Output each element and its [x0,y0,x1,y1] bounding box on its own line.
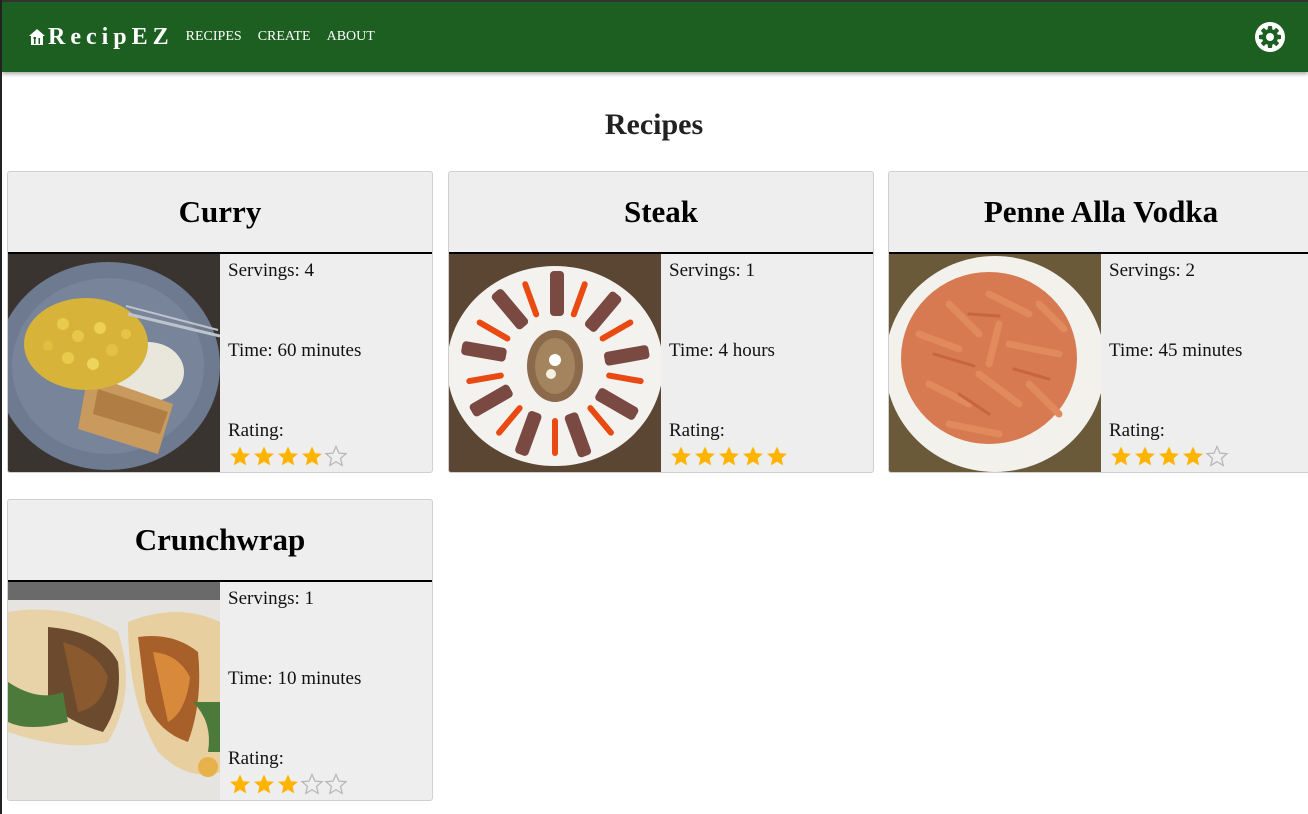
recipe-time: Time: 10 minutes [228,668,362,689]
rating-stars [228,445,348,467]
star-filled-icon [302,446,322,466]
recipe-info: Servings: 2 Time: 45 minutes Rating: [1101,254,1308,472]
recipe-info: Servings: 1 Time: 10 minutes Rating: [220,582,432,800]
star-filled-icon [230,446,250,466]
rating-label: Rating: [669,420,725,441]
star-filled-icon [1111,446,1131,466]
star-filled-icon [254,446,274,466]
star-filled-icon [695,446,715,466]
penne-photo [889,254,1101,472]
recipe-time: Time: 4 hours [669,340,775,361]
recipe-card[interactable]: Penne Alla Vodka Servings: 2 Time: 45 mi… [888,171,1308,473]
settings-gear-icon[interactable] [1254,21,1286,53]
recipe-time: Time: 45 minutes [1109,340,1243,361]
rating-label: Rating: [1109,420,1165,441]
star-filled-icon [1135,446,1155,466]
curry-photo [8,254,220,472]
star-filled-icon [278,774,298,794]
rating-stars [228,773,348,795]
main-nav: RECIPES CREATE ABOUT [186,29,391,45]
star-filled-icon [671,446,691,466]
recipe-info: Servings: 1 Time: 4 hours Rating: [661,254,873,472]
nav-recipes-link[interactable]: RECIPES [186,29,242,45]
recipe-card-header: Curry [8,172,432,254]
star-filled-icon [1159,446,1179,466]
star-filled-icon [278,446,298,466]
brand-name: RecipEZ [48,23,174,50]
star-empty-icon [300,773,324,795]
recipe-servings: Servings: 1 [669,260,756,281]
recipe-title: Penne Alla Vodka [983,194,1219,229]
recipe-card-header: Steak [449,172,873,254]
star-filled-icon [743,446,763,466]
star-filled-icon [767,446,787,466]
recipe-title: Curry [178,194,262,229]
rating-label: Rating: [228,748,284,769]
page-title: Recipes [604,108,704,141]
recipe-card[interactable]: Steak Servings: 1 Time: 4 hours Rating: [448,171,874,473]
star-filled-icon [1183,446,1203,466]
star-empty-icon [1205,445,1229,467]
recipe-card[interactable]: Curry Servings: 4 Time: 60 minutes Ratin… [7,171,433,473]
recipe-servings: Servings: 2 [1109,260,1196,281]
rating-stars [1109,445,1229,467]
star-filled-icon [254,774,274,794]
home-chef-icon [29,29,45,45]
star-filled-icon [719,446,739,466]
recipe-title: Steak [623,194,699,229]
brand-logo[interactable]: RecipEZ [28,24,174,51]
star-empty-icon [324,445,348,467]
recipe-info: Servings: 4 Time: 60 minutes Rating: [220,254,432,472]
recipe-servings: Servings: 4 [228,260,315,281]
nav-create-link[interactable]: CREATE [258,29,311,45]
recipe-card-header: Penne Alla Vodka [889,172,1308,254]
recipe-time: Time: 60 minutes [228,340,362,361]
rating-stars [669,445,789,467]
nav-about-link[interactable]: ABOUT [327,29,375,45]
recipe-title: Crunchwrap [134,522,306,557]
recipe-card-header: Crunchwrap [8,500,432,582]
star-empty-icon [324,773,348,795]
recipe-card[interactable]: Crunchwrap Servings: 1 Time: 10 minutes … [7,499,433,801]
crunchwrap-photo [8,582,220,800]
recipe-servings: Servings: 1 [228,588,315,609]
app-bar: RecipEZ RECIPES CREATE ABOUT [2,2,1308,72]
steak-photo [449,254,661,472]
star-filled-icon [230,774,250,794]
rating-label: Rating: [228,420,284,441]
